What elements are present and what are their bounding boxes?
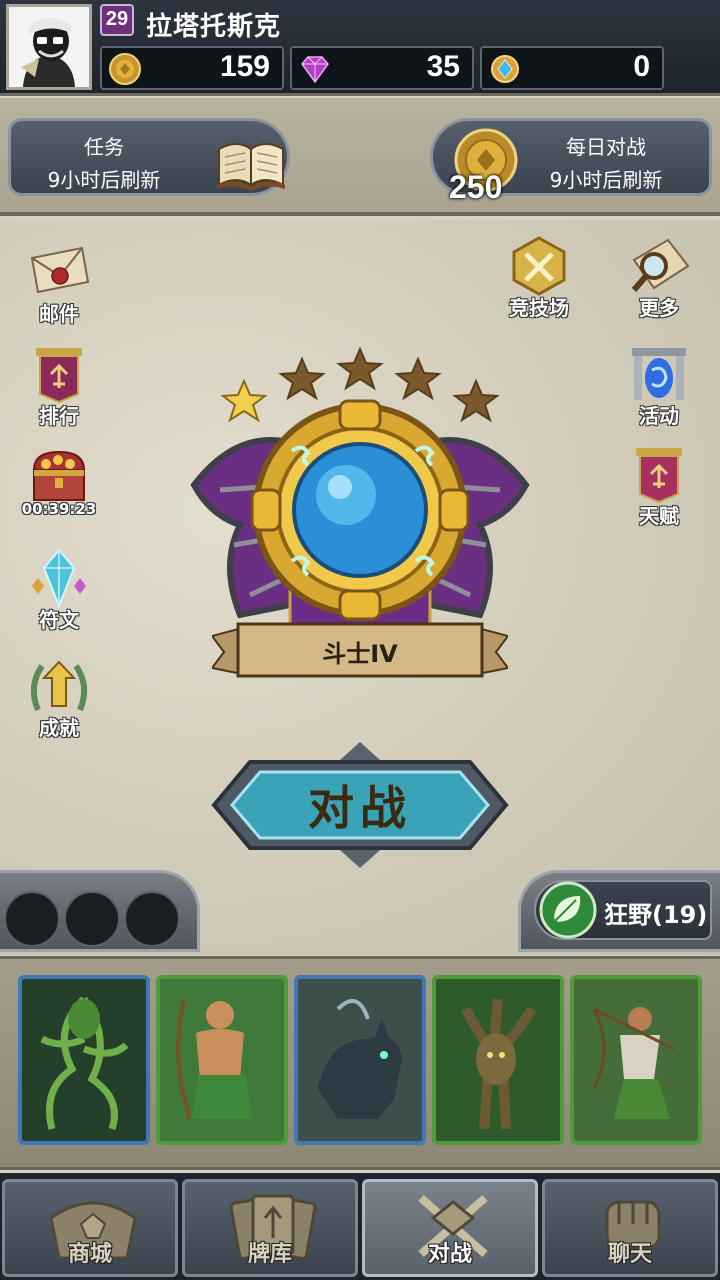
- more-magnifier-icon: [631, 238, 690, 292]
- bottom-nav: 商城 牌库 对战 聊天: [0, 1173, 720, 1280]
- ranking-button[interactable]: 排行: [14, 344, 104, 429]
- rank-star-2: [278, 356, 326, 401]
- leaf-icon: [539, 881, 597, 939]
- tab-shop-label: 商城: [67, 1242, 112, 1267]
- player-avatar[interactable]: [6, 4, 92, 90]
- more-label: 更多: [639, 296, 679, 320]
- token-icon: [491, 55, 519, 83]
- more-button[interactable]: 更多: [614, 236, 704, 321]
- mail-label: 邮件: [39, 302, 79, 326]
- rank-star-1: [220, 378, 268, 423]
- card-huntress[interactable]: [570, 975, 702, 1145]
- tab-chat-label: 聊天: [607, 1242, 652, 1267]
- gem-icon: [301, 56, 329, 84]
- banner-row: 任务 9小时后刷新 250 每日对战 9小时后刷新: [0, 98, 720, 216]
- card-archer-hero[interactable]: [156, 975, 288, 1145]
- talents-button[interactable]: 天赋: [614, 444, 704, 529]
- mail-button[interactable]: 邮件: [14, 242, 104, 327]
- level-badge: 29: [100, 4, 134, 36]
- token-value: 0: [633, 50, 650, 83]
- player-name: 拉塔托斯克: [146, 12, 282, 42]
- chest-timer: 00:39:23: [21, 500, 97, 518]
- events-label: 活动: [639, 404, 679, 428]
- quests-button[interactable]: 任务 9小时后刷新: [8, 118, 290, 196]
- dire-wolf-art: [298, 979, 422, 1141]
- empty-slot[interactable]: [124, 891, 180, 947]
- tab-battle-label: 对战: [427, 1242, 472, 1267]
- achievements-label: 成就: [39, 716, 79, 740]
- events-button[interactable]: 活动: [614, 344, 704, 429]
- deck-select-button[interactable]: 狂野(19): [534, 880, 712, 940]
- card-treant[interactable]: [432, 975, 564, 1145]
- battle-label: 对战: [308, 781, 412, 835]
- quests-title: 任务: [84, 135, 124, 159]
- book-icon: [217, 143, 285, 191]
- card-strip: [0, 956, 720, 1170]
- gem-value: 35: [426, 50, 460, 83]
- tab-shop[interactable]: 商城: [2, 1179, 178, 1277]
- ranking-banner-icon: [36, 348, 82, 404]
- quests-refresh-text: 9小时后刷新: [47, 168, 161, 192]
- ranking-label: 排行: [39, 404, 79, 428]
- talents-label: 天赋: [639, 504, 679, 528]
- gold-value: 159: [219, 50, 270, 83]
- rune-crystal-icon: [32, 548, 86, 609]
- tab-deck[interactable]: 牌库: [182, 1179, 358, 1277]
- event-portal-icon: [632, 348, 686, 400]
- token-counter[interactable]: 0: [480, 46, 664, 90]
- gold-coin-icon: [109, 53, 141, 85]
- deck-slots-panel: [0, 870, 200, 952]
- gem-counter[interactable]: 35: [290, 46, 474, 90]
- main-area: 邮件 排行 00:39:23 符文 成就 竞技场 更多 活动 天赋 斗士IV 对…: [0, 220, 720, 955]
- rank-title: 斗士IV: [322, 640, 398, 668]
- huntress-art: [574, 979, 698, 1141]
- treant-art: [436, 979, 560, 1141]
- deck-name: 狂野(19): [604, 901, 708, 929]
- avatar-portrait-icon: [9, 7, 89, 87]
- runes-label: 符文: [39, 608, 79, 632]
- daily-reward-amount: 250: [449, 169, 503, 205]
- empty-slot[interactable]: [64, 891, 120, 947]
- mail-icon: [30, 246, 90, 294]
- runes-button[interactable]: 符文: [14, 548, 104, 633]
- empty-slot[interactable]: [4, 891, 60, 947]
- card-dire-wolf[interactable]: [294, 975, 426, 1145]
- treasure-chest-icon: [32, 450, 86, 501]
- talent-banner-icon: [636, 448, 682, 504]
- rank-star-4: [394, 356, 442, 401]
- tab-chat[interactable]: 聊天: [542, 1179, 718, 1277]
- rank-star-5: [452, 378, 500, 423]
- gold-counter[interactable]: 159: [100, 46, 284, 90]
- tab-deck-label: 牌库: [247, 1242, 292, 1267]
- achievements-button[interactable]: 成就: [14, 656, 104, 741]
- daily-battle-title: 每日对战: [566, 135, 646, 159]
- top-header: 29 拉塔托斯克 159 35 0: [0, 0, 720, 96]
- daily-refresh-text: 9小时后刷新: [549, 168, 663, 192]
- tab-battle[interactable]: 对战: [362, 1179, 538, 1277]
- achievement-laurel-icon: [30, 660, 88, 712]
- treasure-chest-button[interactable]: 00:39:23: [14, 444, 104, 518]
- daily-battle-button[interactable]: 250 每日对战 9小时后刷新: [430, 118, 712, 205]
- card-vine-creature[interactable]: [18, 975, 150, 1145]
- rank-star-3: [336, 346, 384, 391]
- vine-creature-art: [22, 979, 146, 1141]
- archer-hero-art: [160, 979, 284, 1141]
